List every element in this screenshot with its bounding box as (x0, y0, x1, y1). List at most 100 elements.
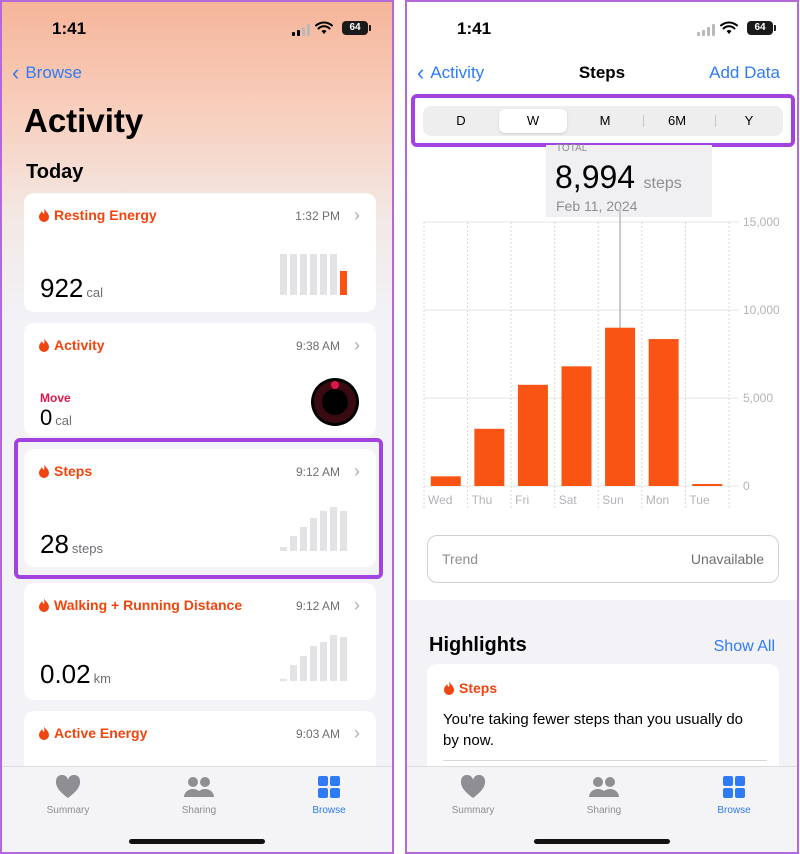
x-tick-label: Thu (472, 493, 493, 507)
mini-bar (280, 254, 287, 295)
trend-row[interactable]: Trend Unavailable (427, 535, 779, 583)
back-button[interactable]: ‹ Browse (12, 60, 82, 85)
mini-bar (340, 637, 347, 681)
bar-fri (517, 384, 548, 486)
card-title: Resting Energy (38, 207, 157, 223)
tab-label: Summary (46, 805, 90, 816)
tab-bar: Summary Sharing Browse (2, 766, 392, 852)
mini-bar (320, 254, 327, 295)
walking-running-distance-card[interactable]: Walking + Running Distance 9:12 AM › 0.0… (24, 583, 376, 700)
chevron-left-icon: ‹ (12, 60, 20, 85)
x-tick-label: Fri (515, 493, 529, 507)
total-label: TOTAL (556, 143, 588, 154)
trend-label: Trend (442, 551, 479, 567)
mini-bar (310, 254, 317, 295)
cellular-signal-icon (292, 24, 310, 36)
card-time: 9:12 AM (295, 599, 340, 613)
flame-icon (444, 681, 454, 695)
card-time: 1:32 PM (295, 209, 340, 223)
card-value-unit: cal (55, 413, 72, 428)
mini-bar (310, 646, 317, 681)
card-time: 9:03 AM (295, 727, 340, 741)
grid-icon (318, 776, 340, 798)
add-data-button[interactable]: Add Data (709, 63, 780, 83)
x-tick-label: Tue (689, 493, 710, 507)
wifi-icon (315, 21, 333, 34)
mini-bar (330, 635, 337, 681)
card-title-label: Resting Energy (54, 207, 157, 223)
tab-summary[interactable]: Summary (28, 775, 108, 816)
flame-icon (39, 208, 49, 222)
activity-ring-icon (311, 378, 359, 426)
heart-icon (460, 775, 486, 798)
flame-icon (39, 726, 49, 740)
tab-summary[interactable]: Summary (433, 775, 513, 816)
section-today: Today (26, 161, 84, 183)
card-value-unit: cal (86, 285, 104, 300)
card-title: Activity (38, 337, 105, 353)
mini-bar (340, 271, 347, 295)
cellular-signal-icon (697, 24, 715, 36)
steps-detail-screen: 1:41 64 ‹ Activity Steps Add Data D W M … (405, 0, 799, 854)
card-value: 922 cal (40, 273, 103, 304)
chevron-right-icon: › (354, 335, 360, 355)
highlight-card[interactable]: Steps You're taking fewer steps than you… (427, 664, 779, 774)
status-time: 1:41 (457, 19, 492, 38)
tab-label: Sharing (586, 805, 622, 816)
tab-browse[interactable]: Browse (289, 775, 369, 816)
mini-bar (300, 254, 307, 295)
highlight-card-title: Steps (443, 680, 497, 696)
total-unit: steps (643, 175, 682, 192)
x-tick-label: Wed (428, 493, 452, 507)
steps-bar-chart[interactable]: 0 5,000 10,000 15,000 Wed Thu Fri Sat Sun Mon Tue (407, 207, 797, 512)
card-value-number: 0 (40, 405, 53, 430)
card-time: 9:38 AM (295, 339, 340, 353)
resting-energy-card[interactable]: Resting Energy 1:32 PM › 922 cal (24, 193, 376, 312)
tab-bar: Summary Sharing Browse (407, 766, 797, 852)
home-indicator (129, 839, 265, 844)
card-title: Walking + Running Distance (38, 597, 242, 613)
bar-thu (474, 428, 505, 486)
bar-wed (430, 476, 461, 486)
total-value-row: 8,994 steps (555, 159, 682, 196)
status-time: 1:41 (52, 19, 87, 38)
highlights-title: Highlights (429, 634, 527, 656)
wifi-icon (720, 21, 738, 34)
page-title: Activity (24, 102, 144, 139)
flame-icon (39, 598, 49, 612)
card-title-label: Activity (54, 337, 105, 353)
y-tick-label: 10,000 (743, 303, 780, 317)
flame-icon (39, 338, 49, 352)
heart-icon (55, 775, 81, 798)
mini-bar (290, 254, 297, 295)
people-icon (589, 777, 619, 797)
card-value-unit: km (93, 671, 111, 686)
status-bar: 1:41 64 (2, 2, 392, 54)
tab-sharing[interactable]: Sharing (564, 775, 644, 816)
tab-sharing[interactable]: Sharing (159, 775, 239, 816)
chevron-right-icon: › (354, 205, 360, 225)
tab-browse[interactable]: Browse (694, 775, 774, 816)
y-tick-label: 15,000 (743, 215, 780, 229)
card-title-label: Walking + Running Distance (54, 597, 243, 613)
chevron-right-icon: › (354, 723, 360, 743)
bar-tue (692, 484, 723, 486)
card-value: 0 cal (40, 405, 72, 431)
card-value: 0.02 km (40, 659, 111, 690)
divider (443, 760, 767, 761)
activity-browse-screen: 1:41 64 ‹ Browse Activity Today Resting … (0, 0, 394, 854)
total-value: 8,994 (555, 159, 636, 195)
tab-label: Browse (312, 805, 346, 816)
mini-bar (320, 642, 327, 681)
chevron-right-icon: › (354, 595, 360, 615)
grid-icon (723, 776, 745, 798)
x-tick-label: Sat (559, 493, 578, 507)
show-all-link[interactable]: Show All (714, 638, 775, 656)
distance-mini-chart (280, 635, 347, 681)
bar-mon (648, 339, 679, 486)
card-title: Active Energy (38, 725, 147, 741)
activity-card[interactable]: Activity 9:38 AM › Move 0 cal (24, 323, 376, 436)
tab-label: Summary (451, 805, 495, 816)
mini-bar (300, 656, 307, 681)
status-bar: 1:41 64 (407, 2, 797, 54)
